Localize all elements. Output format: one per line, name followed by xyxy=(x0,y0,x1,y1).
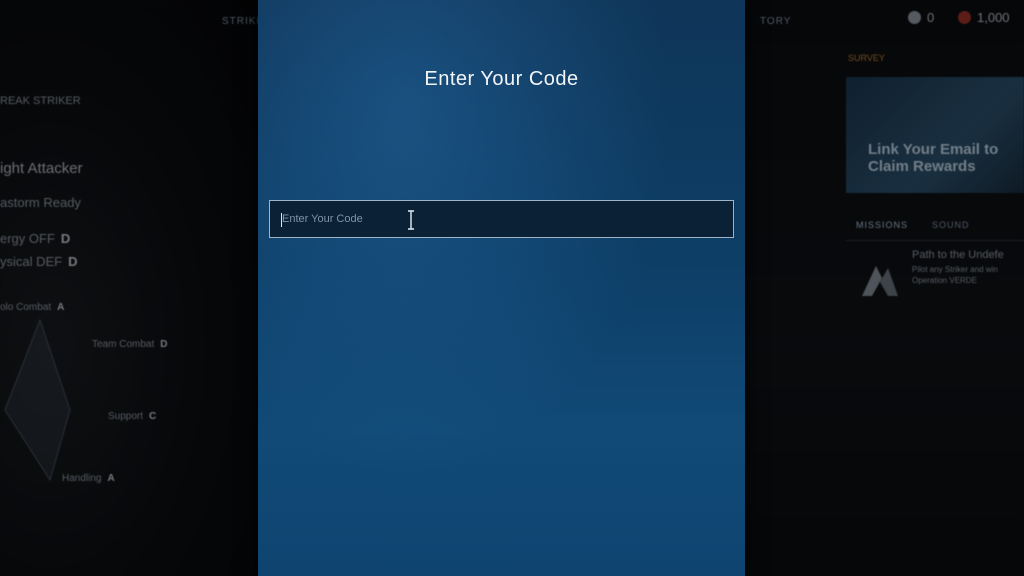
text-cursor-icon xyxy=(408,210,414,230)
radar-label: Team Combat xyxy=(92,339,155,350)
mission-tabs: MISSIONS SOUND xyxy=(846,212,1024,241)
tab-sound: SOUND xyxy=(932,220,970,230)
radar-label: Handling xyxy=(62,473,102,484)
banner-title: Link Your Email to Claim Rewards xyxy=(868,141,999,175)
credits-balance: 1,000 xyxy=(958,10,1010,25)
text-caret xyxy=(281,213,282,227)
tab-missions: MISSIONS xyxy=(856,220,909,230)
radar-label-solo-combat: olo Combat A xyxy=(0,302,64,313)
mission-title: Path to the Undefe xyxy=(912,249,1004,261)
tab-inventory: TORY xyxy=(760,0,791,42)
enter-code-dialog: Enter Your Code xyxy=(258,0,745,576)
stat-physical-def: ysical DEF D xyxy=(0,254,78,269)
radar-grade: A xyxy=(57,302,65,313)
credits-coin-icon xyxy=(958,11,971,24)
dialog-title: Enter Your Code xyxy=(424,68,579,90)
striker-name-tag: REAK STRIKER xyxy=(0,95,81,107)
radar-label: olo Combat xyxy=(0,302,52,313)
link-email-banner: Link Your Email to Claim Rewards xyxy=(846,77,1024,193)
tab-inventory-label: TORY xyxy=(760,15,792,27)
striker-coin-icon xyxy=(908,11,921,24)
striker-coin-value: 0 xyxy=(927,10,935,25)
code-input[interactable] xyxy=(270,201,733,237)
mission-desc-line-2: Operation VERDE xyxy=(912,276,977,285)
striker-status: astorm Ready xyxy=(0,195,81,210)
stat-energy-off: ergy OFF D xyxy=(0,231,70,246)
stat-label: ergy OFF xyxy=(0,231,55,246)
stat-grade: D xyxy=(68,254,78,269)
radar-label-support: Support C xyxy=(108,411,156,422)
mission-logo-icon xyxy=(862,266,898,296)
radar-label: Support xyxy=(108,411,144,422)
striker-coin-balance: 0 xyxy=(908,10,934,25)
radar-label-handling: Handling A xyxy=(62,473,115,484)
stat-label: ysical DEF xyxy=(0,254,63,269)
radar-label-team-combat: Team Combat D xyxy=(92,339,167,350)
radar-grade: A xyxy=(107,473,115,484)
credits-value: 1,000 xyxy=(977,10,1010,25)
code-input-container[interactable] xyxy=(269,200,734,238)
radar-grade: D xyxy=(160,339,168,350)
mission-desc-line-1: Pilot any Striker and win xyxy=(912,265,998,274)
striker-role: ight Attacker xyxy=(0,160,83,177)
radar-grade: C xyxy=(149,411,157,422)
survey-label: SURVEY xyxy=(848,53,885,63)
stat-grade: D xyxy=(60,231,71,246)
striker-radar-chart xyxy=(4,318,71,482)
